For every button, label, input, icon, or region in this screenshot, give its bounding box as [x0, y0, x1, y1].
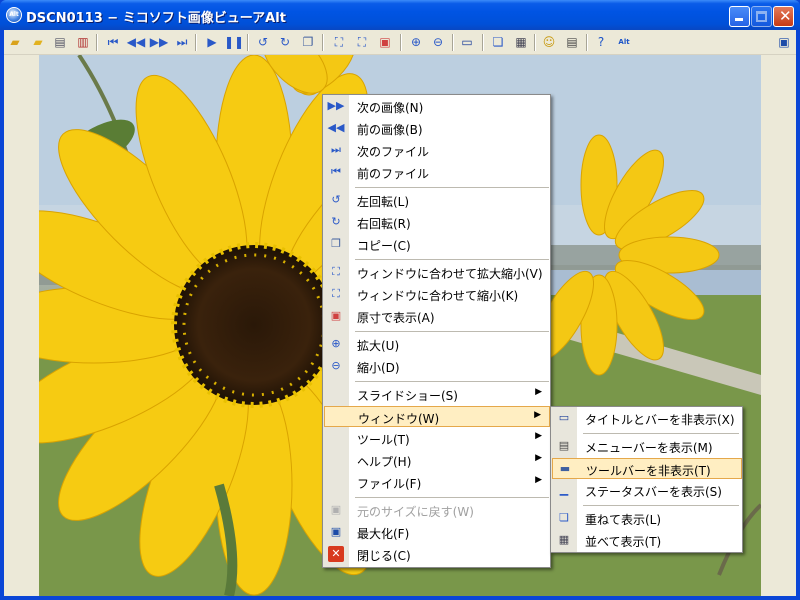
- tools-icon[interactable]: ☺: [541, 34, 557, 50]
- restore-icon[interactable]: ▣: [776, 34, 792, 50]
- zoom-in-icon[interactable]: ⊕: [408, 34, 424, 50]
- rotate-right-icon: ↻: [331, 215, 341, 228]
- copy-icon[interactable]: ❐: [300, 34, 316, 50]
- zoom-out-icon: ⊖: [331, 359, 341, 372]
- zoom-in-icon: ⊕: [331, 337, 341, 350]
- submenu-item-show-menubar[interactable]: ▤ メニューバーを表示(M): [552, 436, 742, 457]
- next-image-icon[interactable]: ▶▶: [150, 34, 168, 50]
- fit-window-icon[interactable]: ⛶: [331, 34, 347, 50]
- submenu-item-hide-titlebar[interactable]: ▭ タイトルとバーを非表示(X): [552, 408, 742, 429]
- open-recent-icon[interactable]: ▰: [30, 34, 46, 50]
- settings-icon[interactable]: ▤: [564, 34, 580, 50]
- previous-file-icon: ⏮: [331, 165, 341, 178]
- menu-item-restore: ▣ 元のサイズに戻す(W): [324, 500, 550, 521]
- last-image-icon[interactable]: ⏭: [174, 34, 190, 50]
- cascade-icon: ❏: [559, 511, 569, 524]
- submenu-arrow-icon: ▶: [534, 410, 541, 420]
- menubar-icon: ▤: [558, 439, 570, 452]
- app-icon[interactable]: Alt: [6, 7, 22, 23]
- rotate-left-icon[interactable]: ↺: [255, 34, 271, 50]
- close-icon: ✕: [328, 546, 344, 562]
- menu-item-fit-window[interactable]: ⛶ ウィンドウに合わせて拡大縮小(V): [324, 262, 550, 283]
- actual-size-icon: ▣: [330, 309, 342, 322]
- window-title: DSCN0113 − ミコソフト画像ビューアAlt: [26, 11, 286, 26]
- menu-item-window[interactable]: ウィンドウ(W) ▶: [324, 406, 550, 427]
- tile-icon[interactable]: ▦: [513, 34, 529, 50]
- submenu-item-tile[interactable]: ▦ 並べて表示(T): [552, 530, 742, 551]
- copy-icon: ❐: [331, 237, 341, 250]
- close-button[interactable]: ✕: [773, 6, 794, 27]
- fit-window-icon: ⛶: [332, 265, 340, 278]
- maximize-icon: [756, 11, 767, 22]
- submenu-arrow-icon: ▶: [535, 475, 542, 485]
- toolbar: ▰ ▰ ▤ ▥ ⏮ ◀◀ ▶▶ ⏭ ▶ ❚❚ ↺ ↻ ❐ ⛶ ⛶ ▣ ⊕ ⊖ ▭…: [4, 30, 796, 55]
- hide-titlebar-icon: ▭: [558, 411, 570, 424]
- previous-image-icon: ◀◀: [327, 121, 345, 134]
- window-icon[interactable]: ▭: [459, 34, 475, 50]
- print-icon[interactable]: ▤: [52, 34, 68, 50]
- submenu-item-hide-toolbar[interactable]: ▬ ツールバーを非表示(T): [552, 458, 742, 479]
- menu-item-tools[interactable]: ツール(T) ▶: [324, 428, 550, 449]
- menu-item-zoom-out[interactable]: ⊖ 縮小(D): [324, 356, 550, 377]
- title-bar[interactable]: Alt DSCN0113 − ミコソフト画像ビューアAlt ✕: [0, 0, 800, 30]
- first-image-icon[interactable]: ⏮: [105, 34, 121, 50]
- zoom-out-icon[interactable]: ⊖: [430, 34, 446, 50]
- cascade-icon[interactable]: ❏: [490, 34, 506, 50]
- minimize-icon: [735, 18, 743, 21]
- menu-item-actual-size[interactable]: ▣ 原寸で表示(A): [324, 306, 550, 327]
- menu-item-fit-shrink[interactable]: ⛶ ウィンドウに合わせて縮小(K): [324, 284, 550, 305]
- app-window: Alt DSCN0113 − ミコソフト画像ビューアAlt ✕ ▰ ▰ ▤ ▥ …: [0, 0, 800, 600]
- menu-item-previous-file[interactable]: ⏮ 前のファイル: [324, 162, 550, 183]
- submenu-arrow-icon: ▶: [535, 387, 542, 397]
- next-file-icon: ⏭: [331, 143, 341, 156]
- menu-item-copy[interactable]: ❐ コピー(C): [324, 234, 550, 255]
- minimize-button[interactable]: [729, 6, 750, 27]
- menu-item-file[interactable]: ファイル(F) ▶: [324, 472, 550, 493]
- pause-icon[interactable]: ❚❚: [224, 34, 244, 50]
- submenu-item-show-statusbar[interactable]: ▁ ステータスバーを表示(S): [552, 480, 742, 501]
- menu-item-help[interactable]: ヘルプ(H) ▶: [324, 450, 550, 471]
- context-menu: ▶▶ 次の画像(N) ◀◀ 前の画像(B) ⏭ 次のファイル ⏮ 前のファイル ↺ 左回転…: [322, 94, 551, 568]
- rotate-left-icon: ↺: [331, 193, 341, 206]
- submenu-item-cascade[interactable]: ❏ 重ねて表示(L): [552, 508, 742, 529]
- about-icon[interactable]: Alt: [616, 34, 632, 50]
- open-folder-icon[interactable]: ▰: [7, 34, 23, 50]
- play-icon[interactable]: ▶: [204, 34, 220, 50]
- toolbar-icon: ▬: [559, 462, 571, 475]
- fit-shrink-icon[interactable]: ⛶: [354, 34, 370, 50]
- rotate-right-icon[interactable]: ↻: [277, 34, 293, 50]
- menu-item-rotate-left[interactable]: ↺ 左回転(L): [324, 190, 550, 211]
- actual-size-icon[interactable]: ▣: [377, 34, 393, 50]
- help-icon[interactable]: ?: [593, 34, 609, 50]
- menu-item-rotate-right[interactable]: ↻ 右回転(R): [324, 212, 550, 233]
- menu-item-maximize[interactable]: ▣ 最大化(F): [324, 522, 550, 543]
- close-icon: ✕: [779, 7, 792, 25]
- maximize-button[interactable]: [751, 6, 772, 27]
- menu-item-zoom-in[interactable]: ⊕ 拡大(U): [324, 334, 550, 355]
- delete-icon[interactable]: ▥: [75, 34, 91, 50]
- next-image-icon: ▶▶: [327, 99, 345, 112]
- submenu-arrow-icon: ▶: [535, 431, 542, 441]
- menu-item-next-image[interactable]: ▶▶ 次の画像(N): [324, 96, 550, 117]
- menu-item-slideshow[interactable]: スライドショー(S) ▶: [324, 384, 550, 405]
- menu-item-close[interactable]: ✕ 閉じる(C): [324, 544, 550, 565]
- submenu-arrow-icon: ▶: [535, 453, 542, 463]
- previous-image-icon[interactable]: ◀◀: [127, 34, 145, 50]
- restore-icon: ▣: [330, 503, 342, 516]
- fit-shrink-icon: ⛶: [332, 287, 340, 300]
- statusbar-icon: ▁: [559, 483, 569, 496]
- menu-item-next-file[interactable]: ⏭ 次のファイル: [324, 140, 550, 161]
- tile-icon: ▦: [558, 533, 570, 546]
- menu-item-previous-image[interactable]: ◀◀ 前の画像(B): [324, 118, 550, 139]
- maximize-icon: ▣: [330, 525, 342, 538]
- window-submenu: ▭ タイトルとバーを非表示(X) ▤ メニューバーを表示(M) ▬ ツールバーを非表示…: [550, 406, 743, 553]
